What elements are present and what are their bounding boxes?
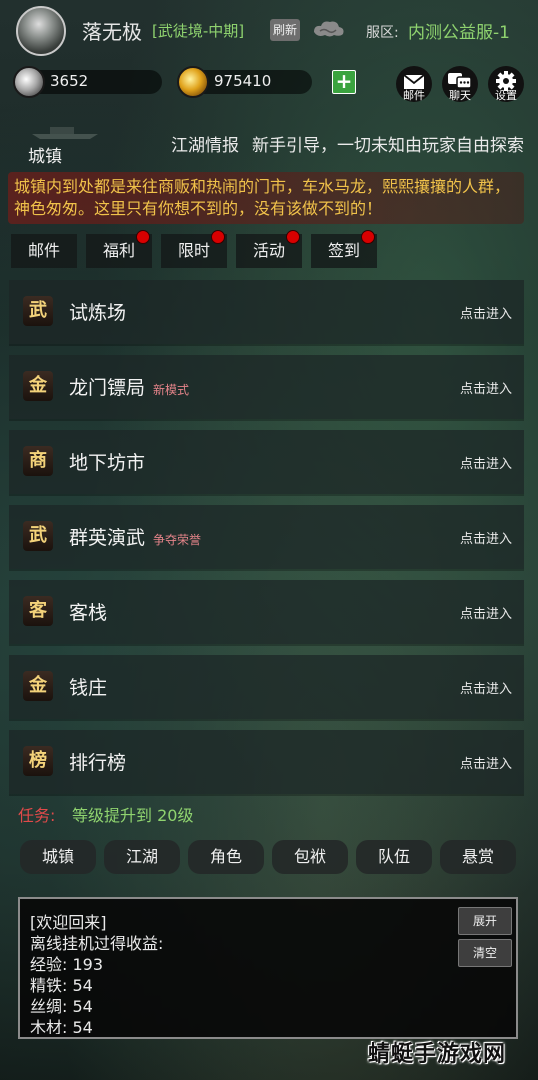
- enter-link[interactable]: 点击进入: [460, 303, 512, 322]
- server-label: 服区:: [366, 25, 399, 41]
- gold-amount: 975410: [214, 72, 272, 90]
- silver-amount: 3652: [50, 72, 89, 90]
- enter-link[interactable]: 点击进入: [460, 453, 512, 472]
- nav-inventory[interactable]: 包袱: [272, 840, 348, 874]
- location-badge: 武: [23, 296, 53, 326]
- location-name: 群英演武: [69, 527, 146, 549]
- location-tag: 新模式: [153, 383, 190, 397]
- location-badge: 武: [23, 521, 53, 551]
- enter-link[interactable]: 点击进入: [460, 678, 512, 697]
- expand-button[interactable]: 展开: [458, 907, 512, 935]
- player-rank: [武徒境-中期]: [152, 22, 245, 40]
- enter-link[interactable]: 点击进入: [460, 753, 512, 772]
- town-title: 城镇: [28, 147, 62, 167]
- message-log[interactable]: [欢迎回来] 离线挂机过得收益: 经验: 193 精铁: 54 丝绸: 54 木…: [18, 897, 518, 1039]
- log-line: 木材: 54: [30, 1018, 93, 1034]
- location-trial-ground[interactable]: 武 试炼场 点击进入: [9, 280, 524, 344]
- gold-icon: [177, 66, 209, 98]
- tab-mail[interactable]: 邮件: [11, 234, 77, 268]
- town-description: 城镇内到处都是来往商贩和热闹的门市，车水马龙，熙熙攘攘的人群，神色匆匆。这里只有…: [8, 172, 524, 224]
- nav-team[interactable]: 队伍: [356, 840, 432, 874]
- settings-button-label: 设置: [495, 89, 517, 102]
- location-badge: 客: [23, 596, 53, 626]
- cloud-icon: [314, 21, 344, 37]
- location-name: 排行榜: [69, 752, 127, 774]
- watermark: 蜻蜓手游戏网: [368, 1042, 507, 1067]
- location-underground-market[interactable]: 商 地下坊市 点击进入: [9, 430, 524, 494]
- refresh-button[interactable]: 刷新: [270, 19, 300, 41]
- chat-button-label: 聊天: [449, 89, 471, 102]
- notification-dot: [211, 230, 225, 244]
- news-ticker: 新手引导，一切未知由玩家自由探索: [252, 136, 524, 156]
- nav-character[interactable]: 角色: [188, 840, 264, 874]
- add-gold-button[interactable]: +: [332, 70, 356, 94]
- location-hero-arena[interactable]: 武 群英演武 争夺荣誉 点击进入: [9, 505, 524, 569]
- location-badge: 金: [23, 671, 53, 701]
- news-label: 江湖情报: [171, 136, 239, 156]
- location-badge: 商: [23, 446, 53, 476]
- location-name: 地下坊市: [69, 452, 146, 474]
- nav-bounty[interactable]: 悬赏: [440, 840, 516, 874]
- enter-link[interactable]: 点击进入: [460, 528, 512, 547]
- player-name: 落无极: [82, 20, 142, 44]
- enter-link[interactable]: 点击进入: [460, 603, 512, 622]
- avatar[interactable]: [16, 6, 66, 56]
- location-name: 龙门镖局: [69, 377, 146, 399]
- boat-icon: [32, 127, 98, 139]
- location-leaderboard[interactable]: 榜 排行榜 点击进入: [9, 730, 524, 794]
- notification-dot: [286, 230, 300, 244]
- location-tag: 争夺荣誉: [153, 533, 202, 547]
- nav-town[interactable]: 城镇: [20, 840, 96, 874]
- location-name: 钱庄: [69, 677, 108, 699]
- location-name: 试炼场: [69, 302, 127, 324]
- location-bank[interactable]: 金 钱庄 点击进入: [9, 655, 524, 719]
- nav-jianghu[interactable]: 江湖: [104, 840, 180, 874]
- location-badge: 榜: [23, 746, 53, 776]
- mail-button-label: 邮件: [403, 89, 425, 102]
- location-inn[interactable]: 客 客栈 点击进入: [9, 580, 524, 644]
- location-escort-agency[interactable]: 金 龙门镖局 新模式 点击进入: [9, 355, 524, 419]
- location-name: 客栈: [69, 602, 108, 624]
- task-text[interactable]: 等级提升到 20级: [72, 802, 193, 826]
- server-name[interactable]: 内测公益服-1: [408, 18, 510, 43]
- silver-bar: [28, 70, 162, 94]
- enter-link[interactable]: 点击进入: [460, 378, 512, 397]
- location-badge: 金: [23, 371, 53, 401]
- notification-dot: [136, 230, 150, 244]
- clear-button[interactable]: 清空: [458, 939, 512, 967]
- notification-dot: [361, 230, 375, 244]
- silver-icon: [13, 66, 45, 98]
- task-label: 任务:: [18, 806, 56, 825]
